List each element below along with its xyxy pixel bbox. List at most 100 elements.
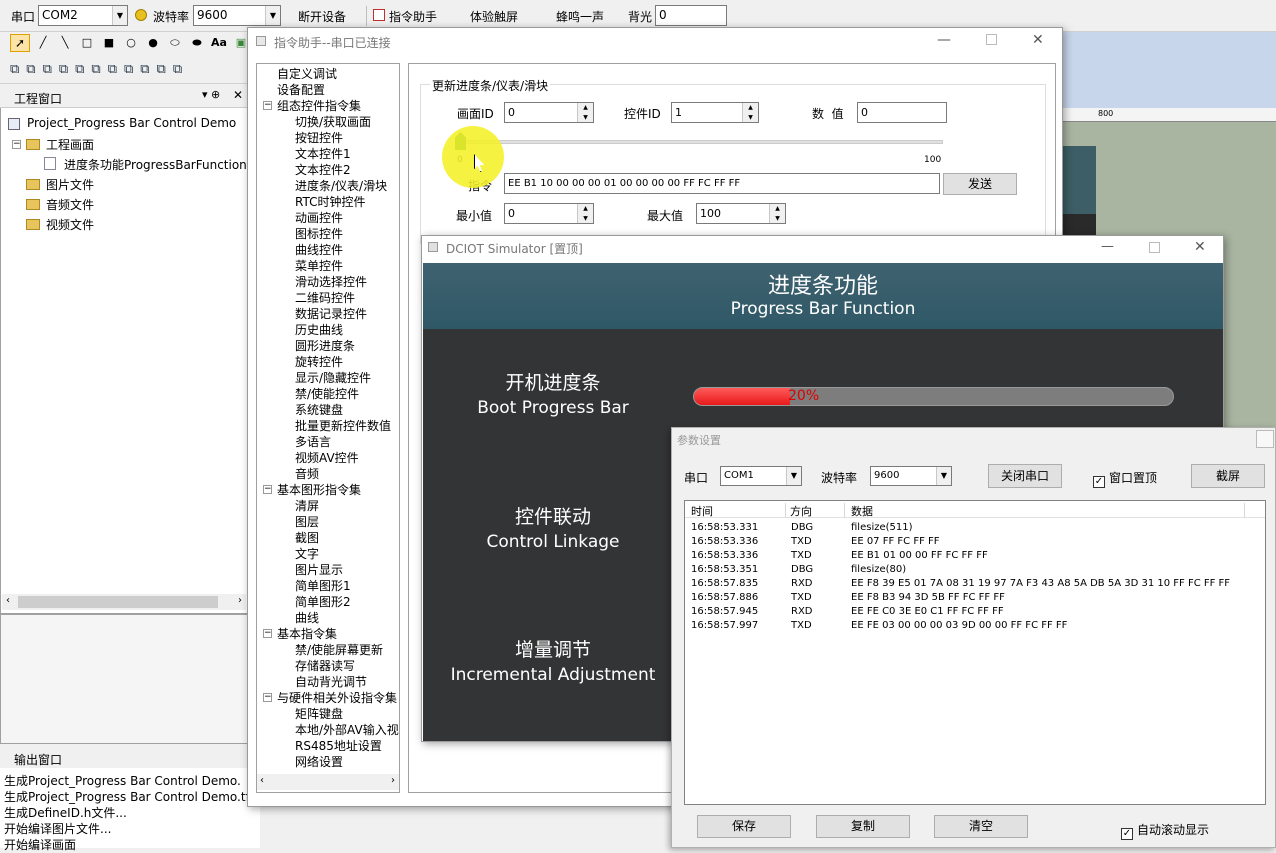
tree-item[interactable]: RTC时钟控件: [295, 194, 365, 210]
tree-item[interactable]: 自动背光调节: [295, 674, 367, 690]
baud-select[interactable]: 9600 ▼: [193, 5, 281, 26]
tree-item[interactable]: 曲线: [295, 610, 319, 626]
tree-item[interactable]: 历史曲线: [295, 322, 343, 338]
images-node[interactable]: 图片文件: [46, 176, 94, 193]
expand-icon[interactable]: −: [12, 140, 21, 149]
tree-item[interactable]: 音频: [295, 466, 319, 482]
tree-group[interactable]: 与硬件相关外设指令集: [277, 690, 397, 706]
tree-item[interactable]: 批量更新控件数值: [295, 418, 391, 434]
minimize-icon[interactable]: —: [937, 32, 951, 48]
screen-id-input[interactable]: 0 ▲ ▼: [504, 102, 594, 123]
disconnect-button[interactable]: 断开设备: [298, 8, 346, 25]
tree-item[interactable]: 切换/获取画面: [295, 114, 371, 130]
scroll-right-icon[interactable]: ›: [391, 775, 395, 786]
tree-item[interactable]: 存储器读写: [295, 658, 355, 674]
tree-item[interactable]: 禁/使能控件: [295, 386, 359, 402]
project-root[interactable]: Project_Progress Bar Control Demo: [27, 116, 236, 130]
spin-icon[interactable]: ▲ ▼: [577, 103, 593, 122]
maximize-icon[interactable]: [1149, 242, 1160, 253]
maximize-icon[interactable]: [986, 34, 997, 45]
tree-item[interactable]: 截图: [295, 530, 319, 546]
col-dir-header[interactable]: 方向: [790, 503, 845, 518]
touch-button[interactable]: 体验触屏: [470, 8, 518, 25]
params-scroll-btn[interactable]: [1256, 430, 1274, 448]
buzzer-button[interactable]: 蜂鸣一声: [556, 8, 604, 25]
collapse-icon[interactable]: −: [263, 101, 272, 110]
screen-item[interactable]: 进度条功能ProgressBarFunction: [64, 156, 246, 173]
params-baud-select[interactable]: 9600 ▼: [870, 466, 952, 486]
tree-hscrollbar[interactable]: ‹ ›: [257, 774, 399, 790]
fill-rect-icon[interactable]: ■: [100, 34, 118, 52]
tree-item[interactable]: 视频AV控件: [295, 450, 359, 466]
spin-icon[interactable]: ▲ ▼: [769, 204, 785, 223]
project-hscrollbar[interactable]: ‹ ›: [2, 594, 246, 610]
tree-item[interactable]: 动画控件: [295, 210, 343, 226]
tree-item[interactable]: 显示/隐藏控件: [295, 370, 371, 386]
send-button[interactable]: 发送: [943, 173, 1017, 195]
tree-item[interactable]: 简单图形1: [295, 578, 351, 594]
close-icon[interactable]: ✕: [1032, 32, 1044, 48]
circle-icon[interactable]: ○: [122, 34, 140, 52]
tree-item[interactable]: 圆形进度条: [295, 338, 355, 354]
col-time-header[interactable]: 时间: [691, 503, 786, 518]
slider-track[interactable]: [455, 140, 943, 144]
tree-group[interactable]: 组态控件指令集: [277, 98, 361, 114]
tree-group[interactable]: 基本指令集: [277, 626, 337, 642]
tree-item[interactable]: 图片显示: [295, 562, 343, 578]
close-port-button[interactable]: 关闭串口: [988, 464, 1062, 488]
control-id-input[interactable]: 1 ▲ ▼: [671, 102, 759, 123]
topmost-checkbox[interactable]: ✓ 窗口置顶: [1093, 469, 1157, 488]
fill-ellipse-icon[interactable]: ⬬: [188, 34, 206, 52]
tree-item[interactable]: 图标控件: [295, 226, 343, 242]
tree-item[interactable]: 菜单控件: [295, 258, 343, 274]
screenshot-button[interactable]: 截屏: [1191, 464, 1265, 488]
collapse-icon[interactable]: −: [263, 485, 272, 494]
rect-icon[interactable]: □: [78, 34, 96, 52]
pen-icon[interactable]: ╱: [34, 34, 52, 52]
tree-item[interactable]: 简单图形2: [295, 594, 351, 610]
col-data-header[interactable]: 数据: [851, 503, 1245, 518]
port-select[interactable]: COM2 ▼: [38, 5, 128, 26]
tree-item[interactable]: 网络设置: [295, 754, 343, 770]
min-input[interactable]: 0 ▲ ▼: [504, 203, 594, 224]
tree-group[interactable]: 自定义调试: [277, 66, 337, 82]
backlight-input[interactable]: 0: [655, 5, 727, 26]
tree-item[interactable]: 二维码控件: [295, 290, 355, 306]
ellipse-icon[interactable]: ⬭: [166, 34, 184, 52]
video-node[interactable]: 视频文件: [46, 216, 94, 233]
scroll-left-icon[interactable]: ‹: [6, 595, 10, 606]
cursor-icon[interactable]: ➚: [10, 34, 30, 52]
tree-item[interactable]: 本地/外部AV输入视频: [295, 722, 399, 738]
cmd-helper-button[interactable]: 指令助手: [389, 8, 437, 25]
tree-item[interactable]: 旋转控件: [295, 354, 343, 370]
copy-button[interactable]: 复制: [816, 815, 910, 838]
tree-item[interactable]: 按钮控件: [295, 130, 343, 146]
tree-item[interactable]: RS485地址设置: [295, 738, 382, 754]
tree-item[interactable]: 曲线控件: [295, 242, 343, 258]
pin-icon[interactable]: ▾ ⊕: [202, 88, 220, 101]
spin-icon[interactable]: ▲ ▼: [577, 204, 593, 223]
clear-button[interactable]: 清空: [934, 815, 1028, 838]
tree-item[interactable]: 文字: [295, 546, 319, 562]
max-input[interactable]: 100 ▲ ▼: [696, 203, 786, 224]
close-icon[interactable]: ✕: [1194, 239, 1206, 255]
cmd-input[interactable]: EE B1 10 00 00 00 01 00 00 00 00 FF FC F…: [504, 173, 940, 194]
tree-item[interactable]: 文本控件1: [295, 146, 351, 162]
scroll-right-icon[interactable]: ›: [238, 595, 242, 606]
value-input[interactable]: 0: [857, 102, 947, 123]
tree-item[interactable]: 滑动选择控件: [295, 274, 367, 290]
tree-item[interactable]: 图层: [295, 514, 319, 530]
audio-node[interactable]: 音频文件: [46, 196, 94, 213]
tree-item[interactable]: 清屏: [295, 498, 319, 514]
text-icon[interactable]: Aa: [210, 34, 228, 52]
screens-node[interactable]: 工程画面: [46, 136, 94, 153]
close-icon[interactable]: ✕: [233, 88, 243, 102]
tree-item[interactable]: 数据记录控件: [295, 306, 367, 322]
collapse-icon[interactable]: −: [263, 693, 272, 702]
scroll-thumb[interactable]: [18, 596, 218, 608]
line-icon[interactable]: ╲: [56, 34, 74, 52]
save-button[interactable]: 保存: [697, 815, 791, 838]
tree-item[interactable]: 多语言: [295, 434, 331, 450]
tree-item[interactable]: 禁/使能屏幕更新: [295, 642, 383, 658]
minimize-icon[interactable]: —: [1101, 239, 1114, 254]
